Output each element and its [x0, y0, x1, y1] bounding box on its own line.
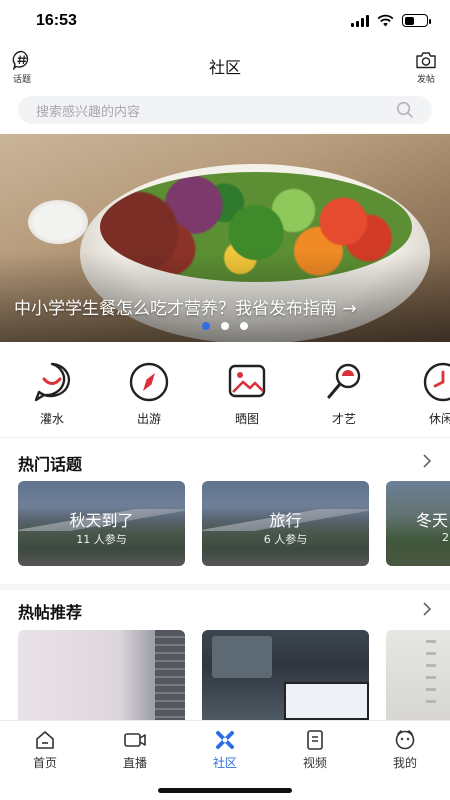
category-label: 才艺: [331, 412, 356, 426]
live-camera-icon: [124, 733, 146, 747]
status-icons: [351, 14, 431, 27]
category-label: 休闲: [428, 412, 450, 426]
tab-community[interactable]: 社区: [180, 729, 270, 771]
camera-icon: [416, 52, 436, 69]
chevron-right-icon[interactable]: [422, 453, 432, 469]
home-icon: [36, 731, 54, 749]
microphone-icon: [327, 363, 361, 399]
video-icon: [307, 730, 323, 750]
carousel-dot[interactable]: [240, 322, 248, 330]
search-icon[interactable]: [396, 101, 414, 119]
topic-card[interactable]: 秋天到了 11 人参与: [18, 481, 185, 566]
tab-live[interactable]: 直播: [90, 729, 180, 771]
profile-icon: [395, 730, 415, 750]
divider: [0, 437, 450, 438]
tab-home[interactable]: 首页: [0, 729, 90, 771]
category-item-photos[interactable]: 晒图: [212, 360, 282, 427]
carousel-dot[interactable]: [221, 322, 229, 330]
signal-icon: [351, 14, 369, 27]
topic-card[interactable]: 旅行 6 人参与: [202, 481, 369, 566]
banner-carousel[interactable]: 中小学学生餐怎么吃才营养？我省发布指南 →: [0, 134, 450, 342]
tab-label: 社区: [212, 756, 237, 770]
topic-card-participants: 2: [442, 531, 449, 544]
hot-posts-title: 热帖推荐: [18, 603, 83, 622]
category-item-talent[interactable]: 才艺: [309, 360, 379, 427]
topic-card-participants: 6 人参与: [263, 533, 308, 546]
image-icon: [228, 364, 266, 398]
tab-label: 我的: [392, 756, 417, 770]
carousel-dot[interactable]: [202, 322, 210, 330]
header: 话题 社区 发帖: [0, 46, 450, 88]
topic-card-title: 秋天到了: [69, 511, 134, 530]
post-button-label: 发帖: [416, 75, 435, 85]
topic-card[interactable]: 冬天 2: [386, 481, 450, 566]
category-item-chat[interactable]: 灌水: [17, 360, 87, 427]
smile-icon: [34, 362, 71, 402]
tab-label: 首页: [32, 756, 57, 770]
post-button[interactable]: 发帖: [408, 50, 444, 85]
tab-profile[interactable]: 我的: [360, 729, 450, 771]
topic-card-title: 旅行: [269, 511, 302, 530]
status-time: 16:53: [36, 12, 77, 29]
page-title: 社区: [208, 58, 241, 77]
category-row: 灌水 出游 晒图 才艺 休闲: [0, 360, 450, 436]
home-indicator: [158, 788, 292, 793]
category-label: 晒图: [234, 412, 259, 426]
topic-card-title: 冬天: [416, 511, 449, 530]
chevron-right-icon[interactable]: [422, 601, 432, 617]
category-item-leisure[interactable]: 休闲: [406, 360, 450, 427]
post-card[interactable]: [386, 630, 450, 720]
post-card[interactable]: [18, 630, 185, 720]
community-icon: [216, 731, 234, 749]
banner-image-sauce: [28, 200, 88, 244]
carousel-indicator: [0, 322, 450, 330]
compass-icon: [129, 362, 169, 402]
search-placeholder: 搜索感兴趣的内容: [36, 105, 141, 120]
section-divider: [0, 584, 450, 590]
status-bar: 16:53: [0, 0, 450, 44]
banner-caption[interactable]: 中小学学生餐怎么吃才营养？我省发布指南 →: [14, 294, 357, 319]
tab-label: 视频: [302, 756, 327, 770]
category-label: 灌水: [39, 412, 64, 426]
category-label: 出游: [136, 412, 161, 426]
wifi-icon: [377, 14, 394, 27]
post-card[interactable]: [202, 630, 369, 720]
topic-card-participants: 11 人参与: [76, 533, 127, 546]
tab-label: 直播: [122, 756, 147, 770]
clock-icon: [423, 362, 450, 402]
battery-icon: [402, 14, 431, 27]
category-item-travel[interactable]: 出游: [114, 360, 184, 427]
hot-topics-title: 热门话题: [18, 455, 83, 474]
tab-video[interactable]: 视频: [270, 729, 360, 771]
search-input[interactable]: 搜索感兴趣的内容: [18, 96, 432, 124]
